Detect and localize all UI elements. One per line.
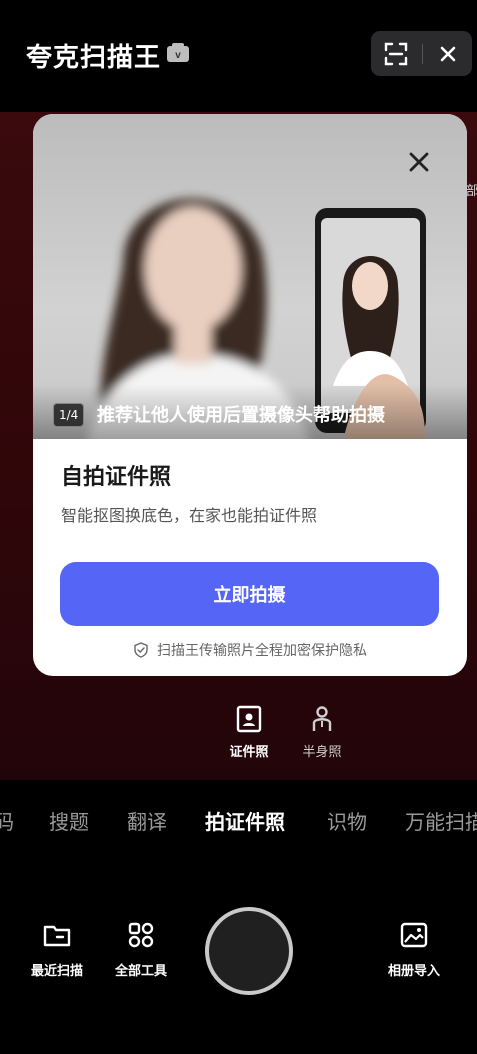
card-title: 自拍证件照 bbox=[61, 465, 172, 490]
album-import-button[interactable]: 相册导入 bbox=[374, 920, 454, 979]
recent-scans-label: 最近扫描 bbox=[30, 964, 83, 979]
hero-caption: 推荐让他人使用后置摄像头帮助拍摄 bbox=[97, 405, 385, 426]
album-import-label: 相册导入 bbox=[387, 964, 440, 979]
privacy-notice: 扫描王传输照片全程加密保护隐私 bbox=[33, 640, 467, 660]
all-tools-label: 全部工具 bbox=[114, 964, 167, 979]
promo-card: 1/4 推荐让他人使用后置摄像头帮助拍摄 自拍证件照 智能抠图换底色，在家也能拍… bbox=[33, 114, 467, 676]
shutter-button[interactable] bbox=[205, 907, 293, 995]
mode-label: 证件照 bbox=[229, 745, 269, 760]
recent-scans-button[interactable]: 最近扫描 bbox=[17, 920, 97, 979]
shield-check-icon bbox=[134, 642, 148, 658]
header-action-pill bbox=[371, 31, 472, 76]
shoot-now-button[interactable]: 立即拍摄 bbox=[60, 562, 439, 626]
close-icon[interactable] bbox=[435, 41, 461, 67]
folder-icon bbox=[43, 925, 71, 947]
tab-universal-scan[interactable]: 万能扫描 bbox=[405, 806, 477, 835]
side-hint-text: 部 bbox=[466, 184, 477, 199]
close-icon[interactable] bbox=[405, 148, 433, 176]
mode-half-body[interactable]: 半身照 bbox=[292, 705, 352, 760]
privacy-text: 扫描王传输照片全程加密保护隐私 bbox=[157, 643, 367, 659]
tab-translate[interactable]: 翻译 bbox=[127, 806, 167, 835]
mode-id-photo[interactable]: 证件照 bbox=[219, 705, 279, 760]
tab-id-photo[interactable]: 拍证件照 bbox=[205, 806, 285, 835]
vip-badge-text: v bbox=[175, 50, 181, 61]
card-subtitle: 智能抠图换底色，在家也能拍证件照 bbox=[61, 506, 318, 525]
pill-divider bbox=[422, 44, 423, 64]
scan-frame-icon[interactable] bbox=[383, 41, 409, 67]
scan-mode-tabs: 码 搜题 翻译 拍证件照 识物 万能扫描 bbox=[0, 780, 477, 860]
all-tools-button[interactable]: 全部工具 bbox=[101, 920, 181, 979]
vip-badge-icon: v bbox=[167, 43, 189, 62]
top-header: 夸克扫描王 v bbox=[0, 0, 477, 112]
grid-apps-icon bbox=[128, 922, 154, 948]
hero-image: 1/4 推荐让他人使用后置摄像头帮助拍摄 bbox=[33, 114, 467, 439]
app-title: 夸克扫描王 bbox=[26, 43, 162, 73]
tab-search-question[interactable]: 搜题 bbox=[49, 806, 89, 835]
mode-label: 半身照 bbox=[302, 745, 342, 760]
tab-identify-object[interactable]: 识物 bbox=[327, 806, 367, 835]
id-photo-icon bbox=[236, 705, 262, 733]
tab-code[interactable]: 码 bbox=[0, 806, 14, 835]
page-indicator: 1/4 bbox=[53, 403, 85, 427]
half-body-icon bbox=[312, 706, 332, 731]
image-gallery-icon bbox=[400, 922, 428, 948]
